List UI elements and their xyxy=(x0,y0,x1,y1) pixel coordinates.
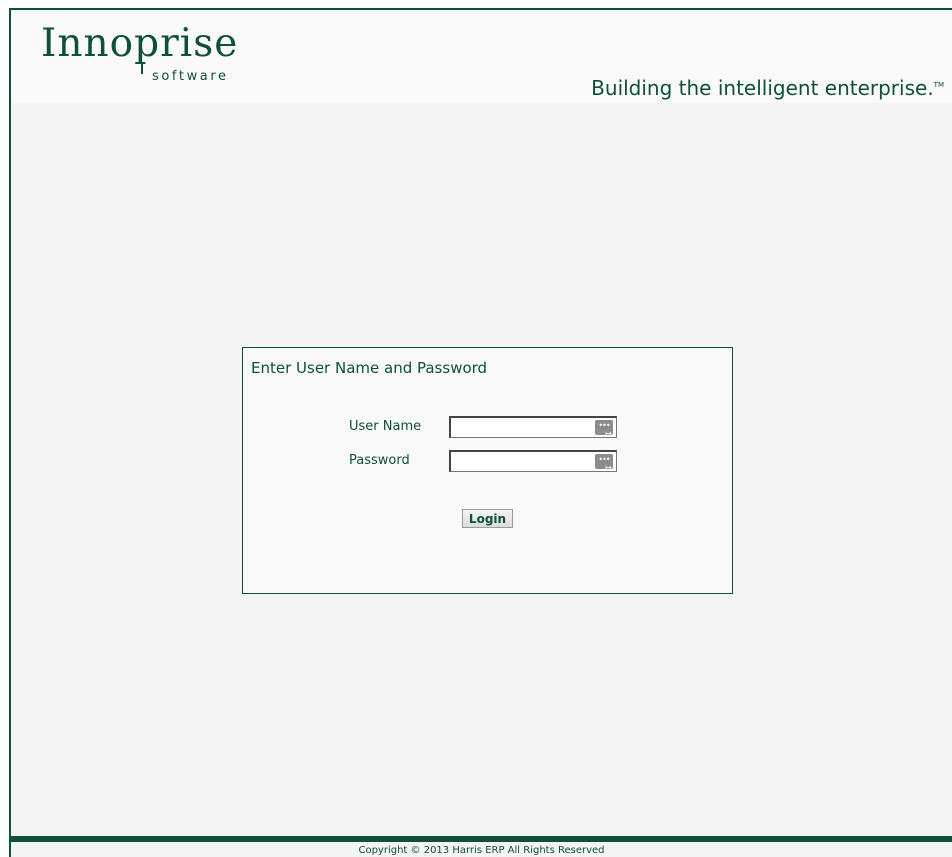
username-field[interactable]: ••• ↦ xyxy=(449,416,617,438)
login-panel: Enter User Name and Password User Name •… xyxy=(242,347,733,594)
copyright-text: Copyright © 2013 Harris ERP All Rights R… xyxy=(358,845,605,856)
password-label: Password xyxy=(349,453,410,468)
page-frame: Innoprise software Building the intellig… xyxy=(9,8,952,857)
logo-subtext: software xyxy=(152,69,229,84)
username-label: User Name xyxy=(349,419,422,434)
password-manager-icon[interactable]: ••• ↦ xyxy=(595,420,613,438)
header: Innoprise software Building the intellig… xyxy=(11,10,952,103)
logo-text: Innoprise xyxy=(41,21,239,66)
tagline: Building the intelligent enterprise.TM xyxy=(591,76,944,100)
login-title: Enter User Name and Password xyxy=(251,359,488,377)
footer-bar xyxy=(11,836,952,842)
login-button[interactable]: Login xyxy=(462,509,513,528)
logo-divider xyxy=(141,63,143,74)
username-input[interactable] xyxy=(453,420,597,438)
tagline-text: Building the intelligent enterprise. xyxy=(591,76,934,100)
password-field[interactable]: ••• ↦ xyxy=(449,450,617,472)
password-input[interactable] xyxy=(453,454,597,472)
trademark-mark: TM xyxy=(933,81,944,89)
password-manager-icon[interactable]: ••• ↦ xyxy=(595,454,613,472)
